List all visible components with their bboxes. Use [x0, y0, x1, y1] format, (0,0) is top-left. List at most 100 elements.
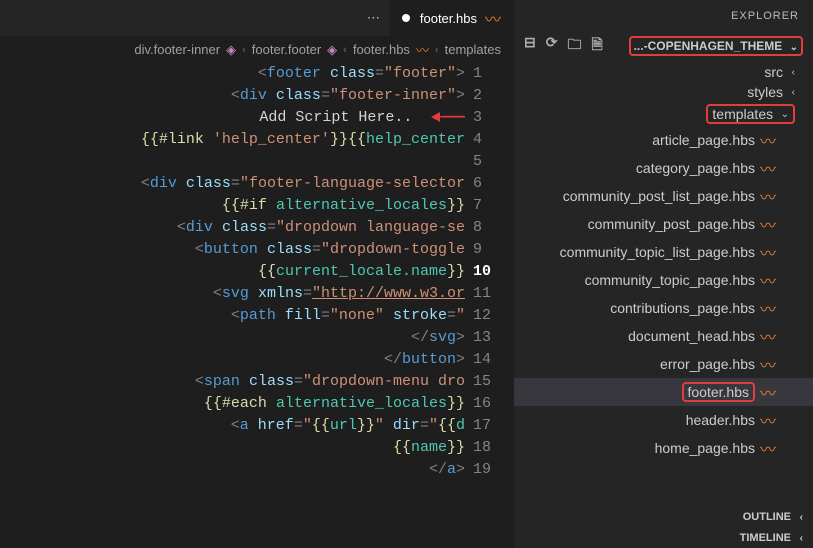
line-number: 7 [473, 195, 501, 217]
line-number: 5 [473, 151, 501, 173]
handlebars-icon: 〰 [759, 296, 777, 320]
timeline-section[interactable]: › TIMELINE [514, 527, 813, 548]
line-number: 14 [473, 349, 501, 371]
code-line[interactable]: <a href="{{url}}" dir="{{d [0, 415, 465, 437]
code-line[interactable]: <div class="dropdown language-se [0, 217, 465, 239]
line-number: 12 [473, 305, 501, 327]
file-label: community_post_page.hbs [588, 216, 755, 232]
line-number: 15 [473, 371, 501, 393]
explorer-sidebar: EXPLORER ⌄ COPENHAGEN_THEME-... 🗎 🗀 ⟳ ⊟ … [513, 0, 813, 548]
line-number: 2 [473, 85, 501, 107]
file-label: header.hbs [686, 412, 755, 428]
code-line[interactable] [0, 151, 465, 173]
handlebars-icon: 〰 [416, 40, 429, 59]
line-number: 1 [473, 63, 501, 85]
line-number: 13 [473, 327, 501, 349]
file-item[interactable]: 〰community_topic_page.hbs [514, 266, 813, 294]
code-line[interactable]: {{current_locale.name}} [0, 261, 465, 283]
tab-label: footer.hbs [420, 11, 477, 26]
file-label: community_post_list_page.hbs [563, 188, 755, 204]
breadcrumb-part[interactable]: templates [445, 42, 501, 57]
line-number: 17 [473, 415, 501, 437]
folder-src[interactable]: › src [514, 62, 813, 82]
chevron-right-icon: › [791, 533, 803, 544]
code-line[interactable]: <path fill="none" stroke=" [0, 305, 465, 327]
file-item[interactable]: 〰community_post_page.hbs [514, 210, 813, 238]
new-file-icon[interactable]: 🗎 [591, 34, 602, 58]
code-line[interactable]: <div class="footer-inner"> [0, 85, 465, 107]
code-line[interactable]: {{#link 'help_center'}}{{help_center [0, 129, 465, 151]
refresh-icon[interactable]: ⟳ [546, 34, 558, 58]
code-editor[interactable]: 12345678910111213141516171819 <footer cl… [0, 63, 513, 548]
line-number: 3 [473, 107, 501, 129]
tab-footer-hbs[interactable]: 〰 footer.hbs [390, 0, 513, 36]
code-line[interactable]: {{name}} [0, 437, 465, 459]
outline-section[interactable]: › OUTLINE [514, 506, 813, 527]
chevron-down-icon: ⌄ [777, 109, 789, 120]
file-item[interactable]: 〰article_page.hbs [514, 126, 813, 154]
file-item[interactable]: 〰community_topic_list_page.hbs [514, 238, 813, 266]
file-item[interactable]: 〰contributions_page.hbs [514, 294, 813, 322]
handlebars-icon: 〰 [759, 268, 777, 292]
line-number: 4 [473, 129, 501, 151]
breadcrumb-part[interactable]: footer.footer [252, 42, 321, 57]
handlebars-icon: 〰 [759, 352, 777, 376]
project-name: COPENHAGEN_THEME-... [634, 39, 783, 53]
handlebars-icon: 〰 [759, 380, 777, 404]
symbol-icon: ◈ [226, 42, 236, 58]
line-number: 19 [473, 459, 501, 481]
breadcrumb[interactable]: templates › 〰 footer.hbs › ◈ footer.foot… [0, 36, 513, 63]
chevron-icon: › [242, 44, 246, 56]
breadcrumb-part[interactable]: div.footer-inner [134, 42, 220, 57]
file-label: category_page.hbs [636, 160, 755, 176]
file-label: article_page.hbs [652, 132, 755, 148]
code-line[interactable]: Add Script Here.. ——— [0, 107, 465, 129]
symbol-icon: ◈ [327, 42, 337, 58]
editor-area: 〰 footer.hbs ⋯ templates › 〰 footer.hbs … [0, 0, 513, 548]
code-line[interactable]: </a> [0, 459, 465, 481]
breadcrumb-part[interactable]: footer.hbs [353, 42, 410, 57]
folder-templates[interactable]: ⌄ templates [514, 102, 813, 126]
code-line[interactable]: {{#if alternative_locales}} [0, 195, 465, 217]
project-header[interactable]: ⌄ COPENHAGEN_THEME-... 🗎 🗀 ⟳ ⊟ [514, 30, 813, 62]
handlebars-icon: 〰 [759, 240, 777, 264]
file-item[interactable]: 〰footer.hbs [514, 378, 813, 406]
file-item[interactable]: 〰document_head.hbs [514, 322, 813, 350]
code-body[interactable]: <footer class="footer"> <div class="foot… [0, 63, 465, 548]
handlebars-icon: 〰 [759, 408, 777, 432]
code-line[interactable]: </svg> [0, 327, 465, 349]
file-label: community_topic_page.hbs [585, 272, 755, 288]
new-folder-icon[interactable]: 🗀 [567, 34, 581, 58]
chevron-icon: › [435, 44, 439, 56]
code-line[interactable]: <span class="dropdown-menu dro [0, 371, 465, 393]
file-label: home_page.hbs [655, 440, 755, 456]
handlebars-icon: 〰 [759, 212, 777, 236]
file-label: error_page.hbs [660, 356, 755, 372]
line-number: 11 [473, 283, 501, 305]
handlebars-icon: 〰 [485, 6, 501, 30]
folder-styles[interactable]: › styles [514, 82, 813, 102]
file-label: document_head.hbs [628, 328, 755, 344]
collapse-icon[interactable]: ⊟ [524, 34, 536, 58]
line-number: 9 [473, 239, 501, 261]
code-line[interactable]: <button class="dropdown-toggle [0, 239, 465, 261]
modified-indicator [402, 14, 410, 22]
line-number: 8 [473, 217, 501, 239]
code-line[interactable]: {{#each alternative_locales}} [0, 393, 465, 415]
file-item[interactable]: 〰home_page.hbs [514, 434, 813, 462]
file-item[interactable]: 〰category_page.hbs [514, 154, 813, 182]
file-item[interactable]: 〰header.hbs [514, 406, 813, 434]
code-line[interactable]: <div class="footer-language-selector [0, 173, 465, 195]
tab-overflow-icon[interactable]: ⋯ [357, 10, 390, 26]
outline-label: OUTLINE [743, 511, 791, 523]
code-line[interactable]: <svg xmlns="http://www.w3.or [0, 283, 465, 305]
file-item[interactable]: 〰community_post_list_page.hbs [514, 182, 813, 210]
file-item[interactable]: 〰error_page.hbs [514, 350, 813, 378]
chevron-right-icon: › [783, 67, 795, 78]
code-line[interactable]: <footer class="footer"> [0, 63, 465, 85]
handlebars-icon: 〰 [759, 128, 777, 152]
folder-label: src [764, 64, 783, 80]
code-line[interactable]: </button> [0, 349, 465, 371]
line-number: 18 [473, 437, 501, 459]
line-gutter: 12345678910111213141516171819 [465, 63, 513, 548]
